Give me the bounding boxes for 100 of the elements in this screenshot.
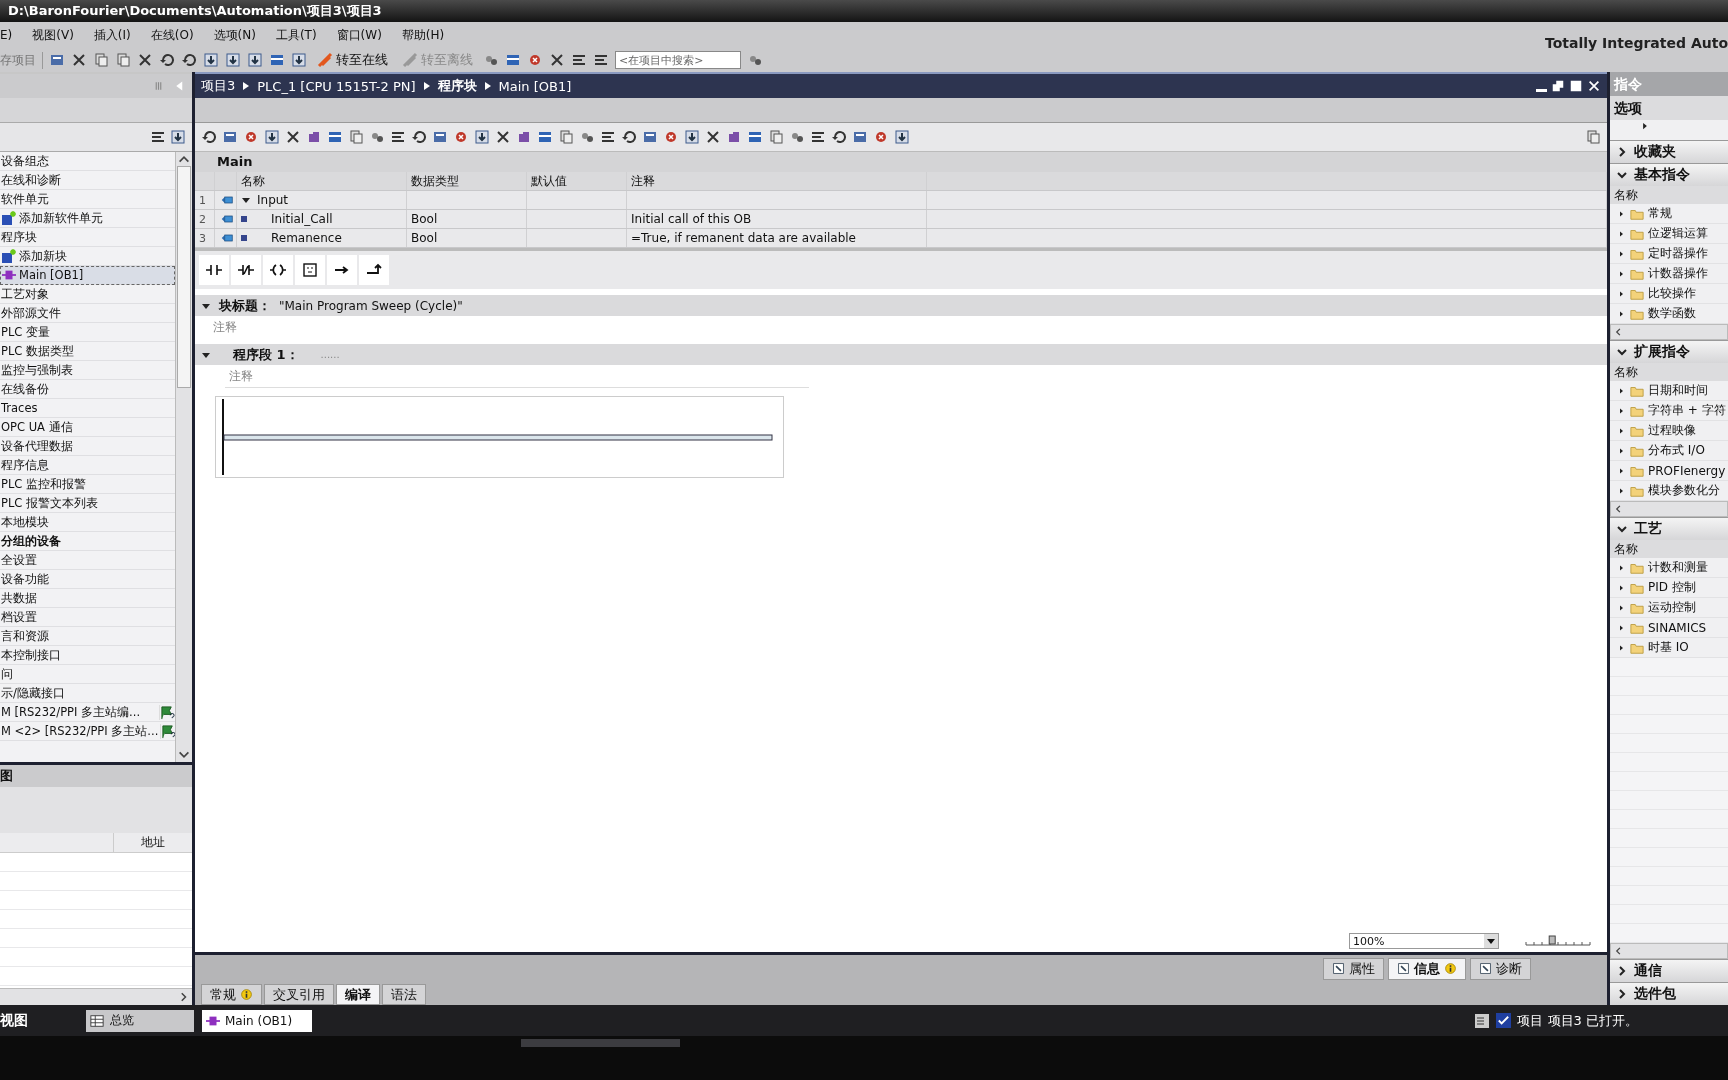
toolbar-icon[interactable] <box>203 52 219 68</box>
section-chevron-icon[interactable] <box>1616 988 1628 1000</box>
menu-item[interactable]: 在线(O) <box>150 26 194 44</box>
network-comment[interactable]: 注释 <box>225 365 809 388</box>
editor-tab[interactable]: Main (OB1) <box>202 1009 312 1032</box>
horizontal-scrollbar[interactable] <box>0 988 192 1005</box>
toolbar-icon[interactable] <box>291 52 307 68</box>
instruction-folder[interactable]: 定时器操作 <box>1648 245 1708 262</box>
menu-item[interactable]: 帮助(H) <box>401 26 445 44</box>
toolbar-icon[interactable] <box>181 52 197 68</box>
toolbar-icon[interactable] <box>243 129 259 145</box>
tree-item[interactable]: M [RS232/PPI 多主站编... <box>0 703 175 722</box>
breadcrumb-item[interactable]: Main [OB1] <box>498 78 572 94</box>
ladder-rung-drawing[interactable] <box>215 396 784 478</box>
close-branch-button[interactable] <box>359 255 389 285</box>
toolbar-icon[interactable] <box>810 129 826 145</box>
toolbar-icon[interactable] <box>159 52 175 68</box>
toolbar-icon[interactable] <box>642 129 658 145</box>
instruction-folder[interactable]: 位逻辑运算 <box>1648 225 1708 242</box>
block-comment[interactable]: 注释 <box>195 316 1607 338</box>
toolbar-icon[interactable] <box>684 129 700 145</box>
instruction-folder[interactable]: 比较操作 <box>1648 285 1696 302</box>
go-online-button[interactable]: 转至在线 <box>313 51 392 69</box>
column-header[interactable]: 名称 <box>1610 540 1728 558</box>
menu-item[interactable]: 选项(N) <box>213 26 256 44</box>
section-chevron-icon[interactable] <box>1616 146 1628 158</box>
toolbar-icon[interactable] <box>432 129 448 145</box>
zoom-slider[interactable] <box>1525 935 1591 947</box>
toolbar-icon[interactable] <box>474 129 490 145</box>
instruction-folder[interactable]: 日期和时间 <box>1648 382 1708 399</box>
instruction-folder[interactable]: 字符串 + 字符 <box>1648 402 1726 419</box>
menu-item[interactable]: 插入(I) <box>93 26 131 44</box>
section-chevron-icon[interactable] <box>1616 346 1628 358</box>
empty-box-button[interactable] <box>295 255 325 285</box>
toolbar-icon[interactable] <box>269 52 285 68</box>
instruction-folder[interactable]: 数学函数 <box>1648 305 1696 322</box>
normally-open-contact-button[interactable] <box>199 255 229 285</box>
toolbar-icon[interactable] <box>390 129 406 145</box>
instruction-folder[interactable]: 常规 <box>1648 205 1672 222</box>
instruction-folder[interactable]: 计数和测量 <box>1648 559 1708 576</box>
instruction-folder[interactable]: 模块参数化分 <box>1648 482 1720 499</box>
instruction-folder[interactable]: 过程映像 <box>1648 422 1696 439</box>
toolbar-icon[interactable] <box>747 129 763 145</box>
column-header[interactable]: 名称 <box>1610 363 1728 381</box>
toolbar-icon[interactable] <box>327 129 343 145</box>
tree-item[interactable]: 添加新软件单元 <box>0 209 175 228</box>
toolbar-icon[interactable] <box>285 129 301 145</box>
section-chevron-icon[interactable] <box>1616 523 1628 535</box>
zoom-dropdown[interactable]: 100% <box>1349 933 1499 949</box>
toolbar-icon[interactable] <box>873 129 889 145</box>
tree-item[interactable]: Main [OB1] <box>0 266 175 285</box>
search-field[interactable]: <在项目中搜索> <box>615 51 741 69</box>
portal-view-link[interactable]: 视图 <box>0 1011 78 1030</box>
inspector-tab[interactable]: 诊断 <box>1470 958 1531 980</box>
section-chevron-icon[interactable] <box>1616 169 1628 181</box>
column-header[interactable]: 名称 <box>1610 186 1728 204</box>
toolbar-icon[interactable] <box>495 129 511 145</box>
instruction-folder[interactable]: PROFIenergy <box>1648 463 1726 478</box>
instruction-folder[interactable]: SINAMICS <box>1648 620 1707 635</box>
toolbar-icon[interactable] <box>549 52 565 68</box>
tree-item[interactable]: 设备组态 <box>0 152 175 171</box>
inspector-tab[interactable]: 属性 <box>1323 958 1384 980</box>
instruction-folder[interactable]: 时基 IO <box>1648 639 1689 656</box>
toolbar-icon[interactable] <box>201 129 217 145</box>
toolbar-icon[interactable] <box>663 129 679 145</box>
inspector-subtab[interactable]: 编译 <box>336 984 380 1005</box>
breadcrumb-item[interactable]: PLC_1 [CPU 1515T-2 PN] <box>257 78 416 94</box>
toolbar-icon[interactable] <box>726 129 742 145</box>
toolbar-icon[interactable] <box>527 52 543 68</box>
toolbar-icon[interactable] <box>600 129 616 145</box>
normally-closed-contact-button[interactable] <box>231 255 261 285</box>
toolbar-icon[interactable] <box>852 129 868 145</box>
toolbar-icon[interactable] <box>49 52 65 68</box>
breadcrumb-item[interactable]: 项目3 <box>201 77 236 95</box>
section-title[interactable]: 通信 <box>1634 962 1662 980</box>
instruction-folder[interactable]: 计数器操作 <box>1648 265 1708 282</box>
toolbar-icon[interactable] <box>516 129 532 145</box>
list-view-icon[interactable] <box>150 129 166 145</box>
coil-button[interactable] <box>263 255 293 285</box>
inspector-subtab[interactable]: 交叉引用 <box>264 984 334 1005</box>
options-header[interactable]: 选项 <box>1610 96 1728 120</box>
toolbar-icon[interactable] <box>71 52 87 68</box>
horizontal-scrollbar[interactable] <box>1610 943 1728 959</box>
inspector-subtab[interactable]: 常规 <box>201 984 262 1005</box>
toolbar-icon[interactable] <box>537 129 553 145</box>
open-branch-button[interactable] <box>327 255 357 285</box>
toolbar-icon[interactable] <box>621 129 637 145</box>
column-header[interactable]: 注释 <box>627 172 927 190</box>
menu-item[interactable]: 窗口(W) <box>336 26 382 44</box>
toolbar-icon[interactable] <box>306 129 322 145</box>
toolbar-icon[interactable] <box>225 52 241 68</box>
toolbar-icon[interactable] <box>894 129 910 145</box>
column-header[interactable]: 名称 <box>237 172 407 190</box>
toolbar-icon[interactable] <box>453 129 469 145</box>
section-title[interactable]: 工艺 <box>1634 520 1662 538</box>
instruction-folder[interactable]: 分布式 I/O <box>1648 442 1705 459</box>
overview-button[interactable]: 总览 <box>86 1009 194 1032</box>
toolbar-icon[interactable] <box>593 52 609 68</box>
toolbar-icon[interactable] <box>411 129 427 145</box>
scrollbar-thumb[interactable] <box>177 166 191 388</box>
